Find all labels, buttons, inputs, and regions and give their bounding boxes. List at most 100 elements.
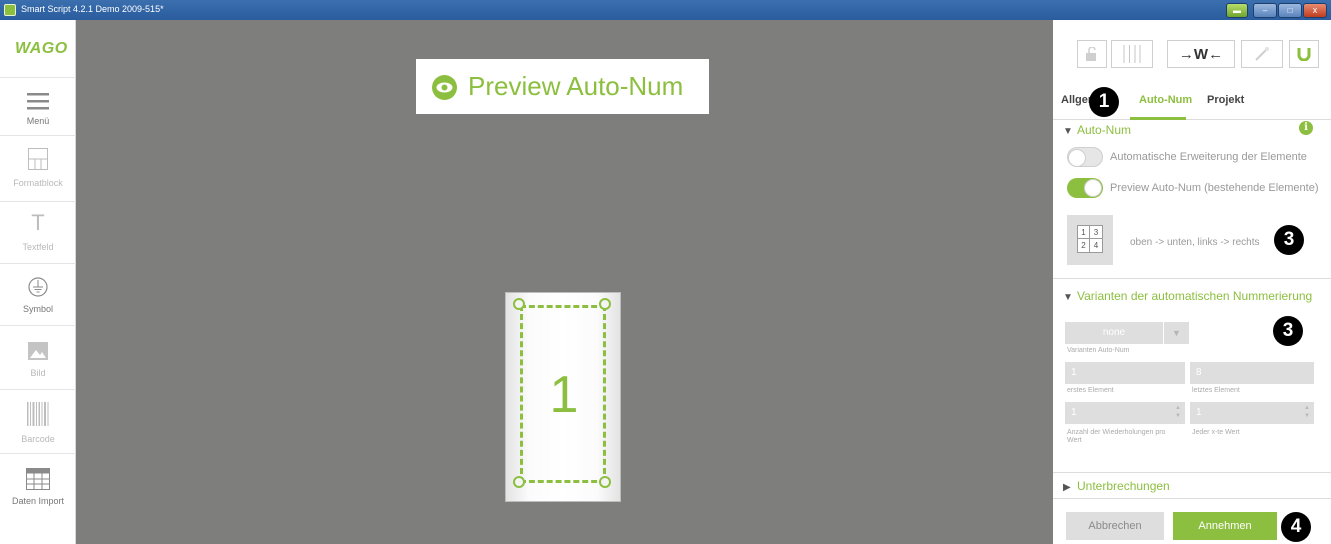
menu-icon <box>27 93 49 110</box>
tab-auto-num[interactable]: Auto-Num <box>1139 94 1192 106</box>
tab-active-indicator <box>1130 117 1186 120</box>
marker-element[interactable]: 1 <box>505 292 621 502</box>
last-element-input[interactable]: 8 <box>1190 362 1314 384</box>
tool-label-barcode: Barcode <box>21 434 55 444</box>
resize-handle-top-right[interactable] <box>599 298 611 310</box>
last-element-caption: letztes Element <box>1192 387 1240 394</box>
barcode-icon <box>27 402 49 426</box>
toggle-auto-extend-label: Automatische Erweiterung der Elemente <box>1110 151 1307 163</box>
minimize-button[interactable]: ▬ <box>1226 3 1248 18</box>
tool-label-formatblock: Formatblock <box>13 178 63 188</box>
wago-logo: WAGO <box>0 20 76 78</box>
toggle-preview-label: Preview Auto-Num (bestehende Elemente) <box>1110 182 1319 194</box>
tool-image[interactable]: Bild <box>0 326 76 390</box>
textfield-icon: T <box>31 210 45 235</box>
tool-textfield[interactable]: T Textfeld <box>0 202 76 264</box>
every-nth-stepper[interactable]: 1 ▲ ▼ <box>1190 402 1314 424</box>
cancel-button[interactable]: Abbrechen <box>1066 512 1164 540</box>
columns-icon <box>1123 45 1141 63</box>
repetitions-value: 1 <box>1071 407 1077 418</box>
app-icon <box>4 4 16 16</box>
maximize-button[interactable]: – <box>1253 3 1277 18</box>
section-variants-title: Varianten der automatischen Nummerierung <box>1077 289 1313 303</box>
table-import-icon <box>26 468 50 490</box>
magic-wand-icon <box>1255 47 1269 61</box>
stepper-arrows-icon[interactable]: ▲ ▼ <box>1304 404 1310 420</box>
callout-badge-3-variants: 3 <box>1273 316 1303 346</box>
every-nth-caption: Jeder x-te Wert <box>1192 429 1240 436</box>
magnet-icon <box>1297 48 1311 61</box>
stepper-arrows-icon[interactable]: ▲ ▼ <box>1175 404 1181 420</box>
resize-handle-bottom-left[interactable] <box>513 476 525 488</box>
section-auto-num-header[interactable]: ▼ Auto-Num <box>1063 123 1131 137</box>
order-selector[interactable]: 1 3 2 4 <box>1067 215 1113 265</box>
toggle-auto-extend[interactable] <box>1067 147 1103 167</box>
tool-label-menu: Menü <box>26 116 50 126</box>
preview-banner: Preview Auto-Num <box>416 59 709 114</box>
tool-symbol[interactable]: Symbol <box>0 264 76 326</box>
chevron-down-icon: ▼ <box>1172 328 1181 338</box>
marker-number: 1 <box>549 366 579 424</box>
callout-badge-1: 1 <box>1089 87 1119 117</box>
lock-button[interactable] <box>1077 40 1107 68</box>
restore-button[interactable]: □ <box>1278 3 1302 18</box>
close-icon: x <box>1312 5 1318 15</box>
callout-badge-4: 4 <box>1281 512 1311 542</box>
lock-icon <box>1086 47 1096 61</box>
variant-select[interactable]: none <box>1065 322 1163 344</box>
magnet-button[interactable] <box>1289 40 1319 68</box>
minimize-icon: ▬ <box>1233 6 1241 15</box>
close-button[interactable]: x <box>1303 3 1327 18</box>
first-element-caption: erstes Element <box>1067 387 1114 394</box>
tab-projekt[interactable]: Projekt <box>1207 94 1244 106</box>
tool-barcode[interactable]: Barcode <box>0 390 76 454</box>
first-element-value: 1 <box>1071 367 1077 378</box>
maximize-icon: – <box>1262 6 1268 15</box>
chevron-down-icon: ▼ <box>1063 292 1073 303</box>
formatblock-icon <box>28 148 48 170</box>
fit-width-button[interactable]: →W← <box>1167 40 1235 68</box>
preview-banner-text: Preview Auto-Num <box>468 71 684 101</box>
resize-handle-top-left[interactable] <box>513 298 525 310</box>
ground-symbol-icon <box>28 277 48 297</box>
tool-formatblock[interactable]: Formatblock <box>0 136 76 202</box>
info-icon[interactable]: i <box>1299 121 1313 135</box>
accept-button[interactable]: Annehmen <box>1173 512 1277 540</box>
toggle-knob <box>1084 179 1102 197</box>
tool-label-symbol: Symbol <box>22 304 53 314</box>
width-arrows-icon: →W← <box>1178 45 1224 63</box>
tab-divider <box>1053 119 1331 120</box>
first-element-input[interactable]: 1 <box>1065 362 1185 384</box>
order-icon: 1 3 2 4 <box>1077 225 1103 253</box>
order-text: oben -> unten, links -> rechts <box>1130 237 1260 248</box>
last-element-value: 8 <box>1196 367 1202 378</box>
tool-label-data-import: Daten Import <box>11 496 65 506</box>
chevron-down-icon: ▼ <box>1063 126 1073 137</box>
toggle-preview-auto-num[interactable] <box>1067 178 1103 198</box>
section-divider <box>1053 472 1331 473</box>
tool-menu[interactable]: Menü <box>0 78 76 136</box>
callout-badge-3: 3 <box>1274 225 1304 255</box>
section-auto-num-title: Auto-Num <box>1077 123 1132 137</box>
repetitions-stepper[interactable]: 1 ▲ ▼ <box>1065 402 1185 424</box>
variant-dropdown-button[interactable]: ▼ <box>1164 322 1189 344</box>
tool-data-import[interactable]: Daten Import <box>0 454 76 524</box>
columns-button[interactable] <box>1111 40 1153 68</box>
design-canvas[interactable]: Preview Auto-Num 1 <box>76 20 1053 544</box>
repetitions-caption: Anzahl der Wiederholungen pro Wert <box>1067 429 1166 444</box>
toggle-knob <box>1068 149 1086 167</box>
section-divider <box>1053 498 1331 499</box>
every-nth-value: 1 <box>1196 407 1202 418</box>
section-interruptions-header[interactable]: ▶ Unterbrechungen <box>1063 479 1170 493</box>
left-toolbar: WAGO Menü Formatblock T Textfeld Symbol … <box>0 20 76 544</box>
eye-icon <box>432 75 457 100</box>
section-variants-header[interactable]: ▼ Varianten der automatischen Nummerierun… <box>1063 289 1312 303</box>
section-interruptions-title: Unterbrechungen <box>1077 479 1170 493</box>
magic-wand-button[interactable] <box>1241 40 1283 68</box>
restore-icon: □ <box>1287 6 1293 15</box>
resize-handle-bottom-right[interactable] <box>599 476 611 488</box>
section-divider <box>1053 278 1331 279</box>
logo-text: WAGO <box>15 40 68 57</box>
window-title: Smart Script 4.2.1 Demo 2009-515* <box>21 4 164 14</box>
chevron-right-icon: ▶ <box>1063 482 1071 493</box>
